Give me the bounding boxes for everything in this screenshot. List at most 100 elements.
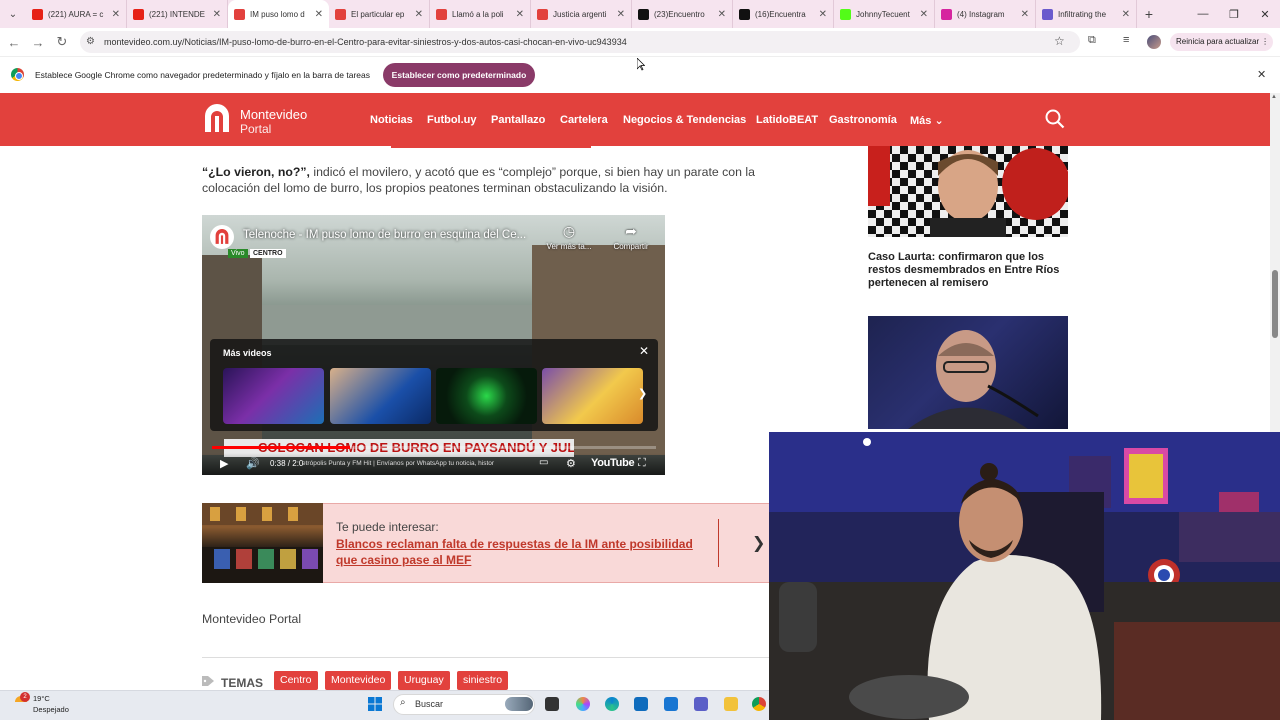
tab-close-icon[interactable]: ✕ [213,9,221,20]
infobar-close-icon[interactable]: ✕ [1257,68,1266,81]
extensions-icon[interactable]: ⧉ [1088,34,1096,47]
nav-link[interactable]: Más ⌄ [910,114,944,127]
store-icon[interactable] [664,697,678,711]
tab-close-icon[interactable]: ✕ [516,9,524,20]
settings-gear-icon[interactable]: ⚙ [566,457,576,470]
tab-close-icon[interactable]: ✕ [617,9,625,20]
youtube-video-player[interactable]: Telenoche - IM puso lomo de burro en esq… [202,215,665,475]
copilot-icon[interactable] [576,697,590,711]
tab-title: (221) INTENDE [149,9,206,19]
weather-temperature[interactable]: 19°C [33,694,50,703]
related-article-link[interactable]: Blancos reclaman falta de respuestas de … [336,536,706,568]
tab-close-icon[interactable]: ✕ [1122,9,1130,20]
edge-icon[interactable] [605,697,619,711]
video-thumbnail[interactable] [542,368,643,424]
nav-link-label: LatidoBEAT [756,114,819,126]
search-highlight-image[interactable] [505,697,533,711]
tab-search-chevron-icon[interactable]: ⌄ [0,0,26,28]
url-text[interactable]: montevideo.com.uy/Noticias/IM-puso-lomo-… [104,37,627,47]
video-thumbnail[interactable] [330,368,431,424]
related-article-image[interactable] [202,503,323,583]
browser-tab[interactable]: Infiltrating the ✕ [1036,0,1137,28]
task-view-icon[interactable] [545,697,559,711]
browser-tab[interactable]: (16)Encuentra ✕ [733,0,834,28]
browser-tab[interactable]: (4) Instagram ✕ [935,0,1036,28]
site-info-icon[interactable]: ⚙ [86,36,95,47]
profile-avatar[interactable] [1147,35,1161,49]
file-explorer-icon[interactable] [724,697,738,711]
share-button[interactable]: ➦ Compartir [606,223,656,251]
browser-tab[interactable]: (221) AURA = c ✕ [26,0,127,28]
fullscreen-icon[interactable]: ⛶ [638,457,646,470]
teams-icon[interactable] [694,697,708,711]
tag-chip[interactable]: Uruguay [398,671,450,690]
browser-tab[interactable]: IM puso lomo d ✕ [228,0,329,28]
browser-tab[interactable]: (221) INTENDE ✕ [127,0,228,28]
back-button[interactable]: ← [2,30,26,54]
tab-close-icon[interactable]: ✕ [920,9,928,20]
nav-link[interactable]: Gastronomía [829,114,897,126]
browser-tab[interactable]: El particular ep ✕ [329,0,430,28]
browser-tab[interactable]: (23)Encuentro ✕ [632,0,733,28]
new-tab-button[interactable]: + [1137,6,1161,22]
outlook-icon[interactable] [634,697,648,711]
weather-description[interactable]: Despejado [33,705,69,714]
watch-later-button[interactable]: ◷ Ver más ta... [542,223,596,251]
tag-chip[interactable]: siniestro [457,671,509,690]
bookmark-star-icon[interactable]: ☆ [1054,34,1065,48]
tab-close-icon[interactable]: ✕ [415,9,423,20]
browser-tab[interactable]: Justicia argenti ✕ [531,0,632,28]
tab-close-icon[interactable]: ✕ [819,9,827,20]
scroll-up-arrow-icon[interactable]: ▲ [1271,94,1277,100]
update-button[interactable]: Reinicia para actualizar ⋮ [1170,33,1274,51]
more-menu-icon[interactable]: ⋮ [1261,33,1269,51]
chevron-right-icon[interactable]: ❯ [752,533,765,553]
tag-chip[interactable]: Montevideo [325,671,392,690]
video-title[interactable]: Telenoche - IM puso lomo de burro en esq… [243,229,526,241]
nav-link[interactable]: Futbol.uy [427,114,477,126]
media-control-icon[interactable]: ≡ [1123,34,1129,46]
youtube-logo[interactable]: YouTube [591,457,635,469]
close-more-videos-icon[interactable]: ✕ [639,344,649,358]
logo-subtitle[interactable]: Portal [240,123,271,135]
video-thumbnail[interactable] [436,368,537,424]
reload-button[interactable]: ↻ [50,30,74,54]
tab-close-icon[interactable]: ✕ [315,9,323,20]
browser-tab[interactable]: Llamó a la poli ✕ [430,0,531,28]
browser-tab[interactable]: JohnnyTecuent ✕ [834,0,935,28]
nav-link-label: Pantallazo [491,114,546,126]
tab-close-icon[interactable]: ✕ [718,9,726,20]
sidebar-article-image[interactable] [868,316,1068,429]
sidebar-article-headline[interactable]: Caso Laurta: confirmaron que los restos … [868,251,1068,290]
share-label: Compartir [613,242,649,251]
minimize-button[interactable]: — [1188,0,1218,28]
nav-link-label: Negocios & Tendencias [623,114,747,126]
nav-link[interactable]: Noticias [370,114,413,126]
chevron-right-icon[interactable]: ❯ [638,387,647,400]
tab-close-icon[interactable]: ✕ [1021,9,1029,20]
logo-title[interactable]: Montevideo [240,108,307,121]
nav-link[interactable]: Pantallazo [491,114,545,126]
nav-link[interactable]: Negocios & Tendencias [623,114,746,126]
video-thumbnail[interactable] [223,368,324,424]
volume-icon[interactable]: 🔊 [246,457,260,470]
montevideo-portal-logo-icon[interactable] [202,104,232,134]
tab-close-icon[interactable]: ✕ [112,9,120,20]
scrollbar-thumb[interactable] [1272,270,1278,338]
tiktok-icon [739,8,750,20]
address-bar[interactable]: montevideo.com.uy/Noticias/IM-puso-lomo-… [80,31,1080,53]
play-icon[interactable]: ▶ [220,457,228,470]
tag-chip[interactable]: Centro [274,671,318,690]
search-icon[interactable] [1045,109,1065,129]
chrome-taskbar-icon[interactable] [752,697,766,711]
windows-start-icon[interactable] [368,697,382,711]
nav-link[interactable]: Cartelera [560,114,608,126]
set-default-button[interactable]: Establecer como predeterminado [383,63,535,87]
maximize-button[interactable]: ❐ [1219,0,1249,28]
close-window-button[interactable]: ✕ [1250,0,1280,28]
video-channel-avatar[interactable] [210,225,234,249]
sidebar-article-image[interactable] [868,146,1068,237]
nav-link[interactable]: LatidoBEAT [756,114,818,126]
forward-button[interactable]: → [26,30,50,54]
subtitles-icon[interactable]: ▭ [539,457,548,468]
